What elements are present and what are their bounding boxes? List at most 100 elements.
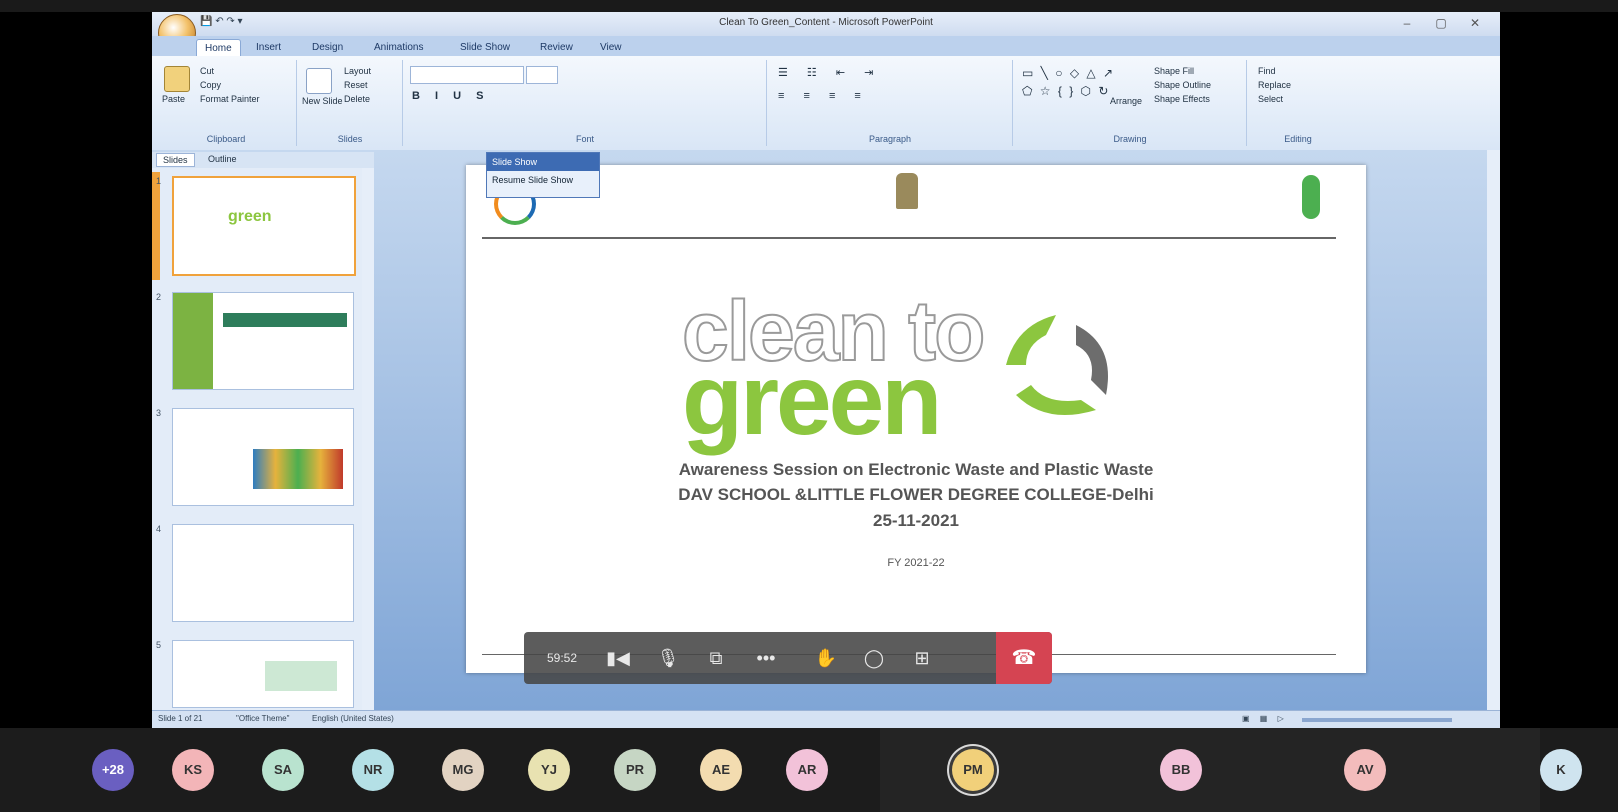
slide-thumbnail[interactable] xyxy=(172,524,354,622)
participant-avatar[interactable]: AR xyxy=(786,749,828,791)
participants-bar: +28 KS SA NR MG YJ PR AE AR PM BB AV K xyxy=(0,728,1618,812)
layout-button[interactable]: Layout xyxy=(344,66,371,76)
editing-group: Find Replace Select Editing xyxy=(1248,60,1348,146)
select-button[interactable]: Select xyxy=(1258,94,1283,104)
participant-avatar[interactable]: K xyxy=(1540,749,1582,791)
cut-button[interactable]: Cut xyxy=(200,66,214,76)
emblem-icon xyxy=(896,173,918,209)
tab-review[interactable]: Review xyxy=(532,39,581,56)
mini-toolbar-title: Slide Show xyxy=(487,153,599,171)
align-buttons[interactable]: ≡ ≡ ≡ ≡ xyxy=(778,90,869,102)
tab-outline[interactable]: Outline xyxy=(202,153,243,165)
find-button[interactable]: Find xyxy=(1258,66,1276,76)
paragraph-label: Paragraph xyxy=(868,134,912,144)
microphone-icon[interactable]: 🎙 xyxy=(648,632,688,684)
arrange-button[interactable]: Arrange xyxy=(1110,96,1142,106)
participant-avatar[interactable]: AE xyxy=(700,749,742,791)
participant-avatar[interactable]: BB xyxy=(1160,749,1202,791)
logo-green: green xyxy=(682,344,942,456)
end-call-button[interactable]: ☎ xyxy=(996,632,1052,684)
font-name-box[interactable] xyxy=(410,66,524,84)
thumbnail-graphic xyxy=(173,293,213,389)
font-format-buttons[interactable]: B I U S xyxy=(412,90,489,102)
list-buttons[interactable]: ☰ ☷ ⇤ ⇥ xyxy=(778,66,881,79)
format-painter-button[interactable]: Format Painter xyxy=(200,94,260,104)
participants-icon[interactable]: ⊞ xyxy=(902,632,942,684)
reset-button[interactable]: Reset xyxy=(344,80,368,90)
shape-fill-button[interactable]: Shape Fill xyxy=(1154,66,1194,76)
share-screen-icon[interactable]: ⧉ xyxy=(696,632,736,684)
slides-label: Slides xyxy=(337,134,363,144)
paste-button[interactable]: Paste xyxy=(162,94,185,104)
participant-avatar[interactable]: KS xyxy=(172,749,214,791)
tab-slide-show[interactable]: Slide Show xyxy=(452,39,518,56)
copy-button[interactable]: Copy xyxy=(200,80,221,90)
close-button[interactable]: ✕ xyxy=(1460,14,1490,32)
new-slide-icon[interactable] xyxy=(306,68,332,94)
clipboard-group: Paste Cut Copy Format Painter Clipboard xyxy=(156,60,297,146)
participant-avatar[interactable]: PM xyxy=(952,749,994,791)
venue: DAV SCHOOL &LITTLE FLOWER DEGREE COLLEGE… xyxy=(678,485,1154,504)
replace-button[interactable]: Replace xyxy=(1258,80,1291,90)
top-strip xyxy=(0,0,1618,12)
thumbnail-scrollbar[interactable] xyxy=(362,168,374,710)
clipboard-label: Clipboard xyxy=(206,134,246,144)
font-group: B I U S Font xyxy=(404,60,767,146)
resume-slideshow-button[interactable]: Resume Slide Show xyxy=(487,171,599,189)
tab-design[interactable]: Design xyxy=(304,39,351,56)
more-options-icon[interactable]: ••• xyxy=(746,632,786,684)
slide-thumbnail[interactable] xyxy=(172,292,354,390)
ribbon-tabs: Home Insert Design Animations Slide Show… xyxy=(152,36,1500,57)
participant-avatar[interactable]: NR xyxy=(352,749,394,791)
minimize-button[interactable]: – xyxy=(1392,14,1422,32)
recycle-arrows-icon xyxy=(1006,315,1108,415)
slide-number: 2 xyxy=(156,292,162,302)
mascot-icon xyxy=(1302,175,1320,219)
raise-hand-icon[interactable]: ✋ xyxy=(806,632,846,684)
slide-number: 3 xyxy=(156,408,162,418)
thumbnail-graphic xyxy=(265,661,337,691)
delete-button[interactable]: Delete xyxy=(344,94,370,104)
slide-scrollbar[interactable] xyxy=(1487,150,1500,710)
slide-number: 5 xyxy=(156,640,162,650)
call-controls: 59:52 ▮◀ 🎙 ⧉ ••• ✋ ◯ ⊞ ☎ xyxy=(524,632,1052,684)
maximize-button[interactable]: ▢ xyxy=(1426,14,1456,32)
chat-icon[interactable]: ◯ xyxy=(854,632,894,684)
selected-indicator xyxy=(152,172,160,280)
camera-icon[interactable]: ▮◀ xyxy=(598,632,638,684)
tab-animations[interactable]: Animations xyxy=(366,39,431,56)
participant-avatar[interactable]: YJ xyxy=(528,749,570,791)
font-size-box[interactable] xyxy=(526,66,558,84)
tab-view[interactable]: View xyxy=(592,39,630,56)
session-title: Awareness Session on Electronic Waste an… xyxy=(678,460,1154,479)
thumbnail-graphic xyxy=(223,313,347,327)
new-slide-button[interactable]: New Slide xyxy=(302,96,343,106)
slide-number: 1 xyxy=(156,176,162,186)
tab-home[interactable]: Home xyxy=(196,39,241,57)
zoom-slider[interactable] xyxy=(1302,718,1452,722)
drawing-group: ▭ ╲ ○ ◇ △ ↗ ⬠ ☆ { } ⬡ ↻ Arrange Shape Fi… xyxy=(1014,60,1247,146)
tab-slides[interactable]: Slides xyxy=(156,153,195,167)
quick-access-toolbar[interactable]: 💾 ↶ ↷ ▾ xyxy=(200,16,243,27)
participant-avatar[interactable]: SA xyxy=(262,749,304,791)
paragraph-group: ☰ ☷ ⇤ ⇥ ≡ ≡ ≡ ≡ Paragraph xyxy=(768,60,1013,146)
participant-avatar[interactable]: PR xyxy=(614,749,656,791)
slide-number: 4 xyxy=(156,524,162,534)
thumbnail-logo: green xyxy=(228,208,272,225)
slide-thumbnail[interactable]: green xyxy=(172,176,356,276)
shape-outline-button[interactable]: Shape Outline xyxy=(1154,80,1211,90)
paste-icon[interactable] xyxy=(164,66,190,92)
tab-insert[interactable]: Insert xyxy=(248,39,289,56)
status-bar: Slide 1 of 21 "Office Theme" English (Un… xyxy=(152,710,1500,728)
slide-thumbnail[interactable] xyxy=(172,408,354,506)
slide-thumbnail[interactable] xyxy=(172,640,354,708)
participant-avatar[interactable]: AV xyxy=(1344,749,1386,791)
shapes-gallery[interactable]: ▭ ╲ ○ ◇ △ ↗ xyxy=(1022,66,1115,80)
shapes-gallery-row2[interactable]: ⬠ ☆ { } ⬡ ↻ xyxy=(1022,84,1110,98)
view-buttons[interactable]: ▣ ▦ ▷ xyxy=(1242,714,1288,723)
shape-effects-button[interactable]: Shape Effects xyxy=(1154,94,1210,104)
participant-avatar[interactable]: +28 xyxy=(92,749,134,791)
participant-avatar[interactable]: MG xyxy=(442,749,484,791)
powerpoint-window: Clean To Green_Content - Microsoft Power… xyxy=(152,12,1500,728)
call-timer: 59:52 xyxy=(546,651,578,665)
